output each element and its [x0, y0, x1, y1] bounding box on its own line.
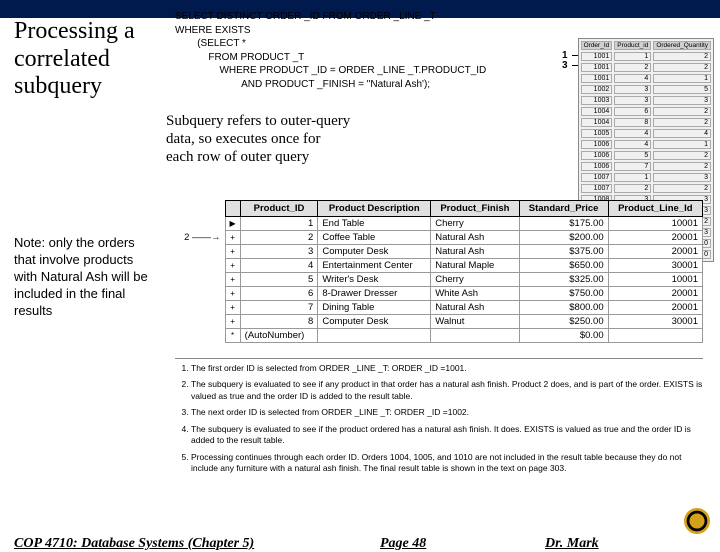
order-row: 100122 — [581, 63, 711, 72]
product-header: Product_ID — [240, 201, 318, 217]
product-row: ▶1End TableCherry$175.0010001 — [175, 217, 703, 231]
side-note: Note: only the orders that involve produ… — [14, 235, 152, 319]
order-row: 100482 — [581, 118, 711, 127]
order-row: 100141 — [581, 74, 711, 83]
order-row: 100462 — [581, 107, 711, 116]
order-header: Product_id — [614, 41, 651, 50]
product-row: +7Dining TableNatural Ash$800.0020001 — [175, 301, 703, 315]
product-header: Product_Line_Id — [608, 201, 702, 217]
footer-page: Page 48 — [380, 536, 426, 552]
sql-code: SELECT DISTINCT ORDER _ID FROM ORDER _LI… — [175, 10, 565, 91]
order-row: 100544 — [581, 129, 711, 138]
step-item: The subquery is evaluated to see if any … — [191, 379, 703, 402]
order-row: 100722 — [581, 184, 711, 193]
product-row: +68-Drawer DresserWhite Ash$750.0020001 — [175, 287, 703, 301]
step-item: The subquery is evaluated to see if the … — [191, 424, 703, 447]
product-table: Product_IDProduct DescriptionProduct_Fin… — [175, 200, 703, 343]
callout-3: 3 — [562, 60, 568, 71]
slide-title: Processing a correlated subquery — [14, 18, 164, 101]
step-item: The first order ID is selected from ORDE… — [191, 363, 703, 374]
order-row: 100333 — [581, 96, 711, 105]
product-row: 2 ——→+2Coffee TableNatural Ash$200.00200… — [175, 231, 703, 245]
order-row: 100112 — [581, 52, 711, 61]
footer-course: COP 4710: Database Systems (Chapter 5) — [14, 536, 254, 552]
order-row: 100235 — [581, 85, 711, 94]
step-item: The next order ID is selected from ORDER… — [191, 407, 703, 418]
subquery-caption: Subquery refers to outer-query data, so … — [166, 112, 351, 166]
product-header: Standard_Price — [519, 201, 608, 217]
step-item: Processing continues through each order … — [191, 452, 703, 475]
order-row: 100652 — [581, 151, 711, 160]
product-row: +4Entertainment CenterNatural Maple$650.… — [175, 259, 703, 273]
product-row: +5Writer's DeskCherry$325.0010001 — [175, 273, 703, 287]
footer-author: Dr. Mark — [545, 536, 599, 552]
product-row: +3Computer DeskNatural Ash$375.0020001 — [175, 245, 703, 259]
order-header: Ordered_Quantity — [653, 41, 711, 50]
order-header: Order_Id — [581, 41, 613, 50]
order-row: 100713 — [581, 173, 711, 182]
order-row: 100641 — [581, 140, 711, 149]
order-row: 100672 — [581, 162, 711, 171]
product-row-new: *(AutoNumber)$0.00 — [175, 329, 703, 343]
product-header: Product_Finish — [431, 201, 519, 217]
ucf-logo-icon — [684, 508, 710, 534]
product-row: +8Computer DeskWalnut$250.0030001 — [175, 315, 703, 329]
product-header: Product Description — [318, 201, 431, 217]
processing-steps: The first order ID is selected from ORDE… — [175, 358, 703, 480]
